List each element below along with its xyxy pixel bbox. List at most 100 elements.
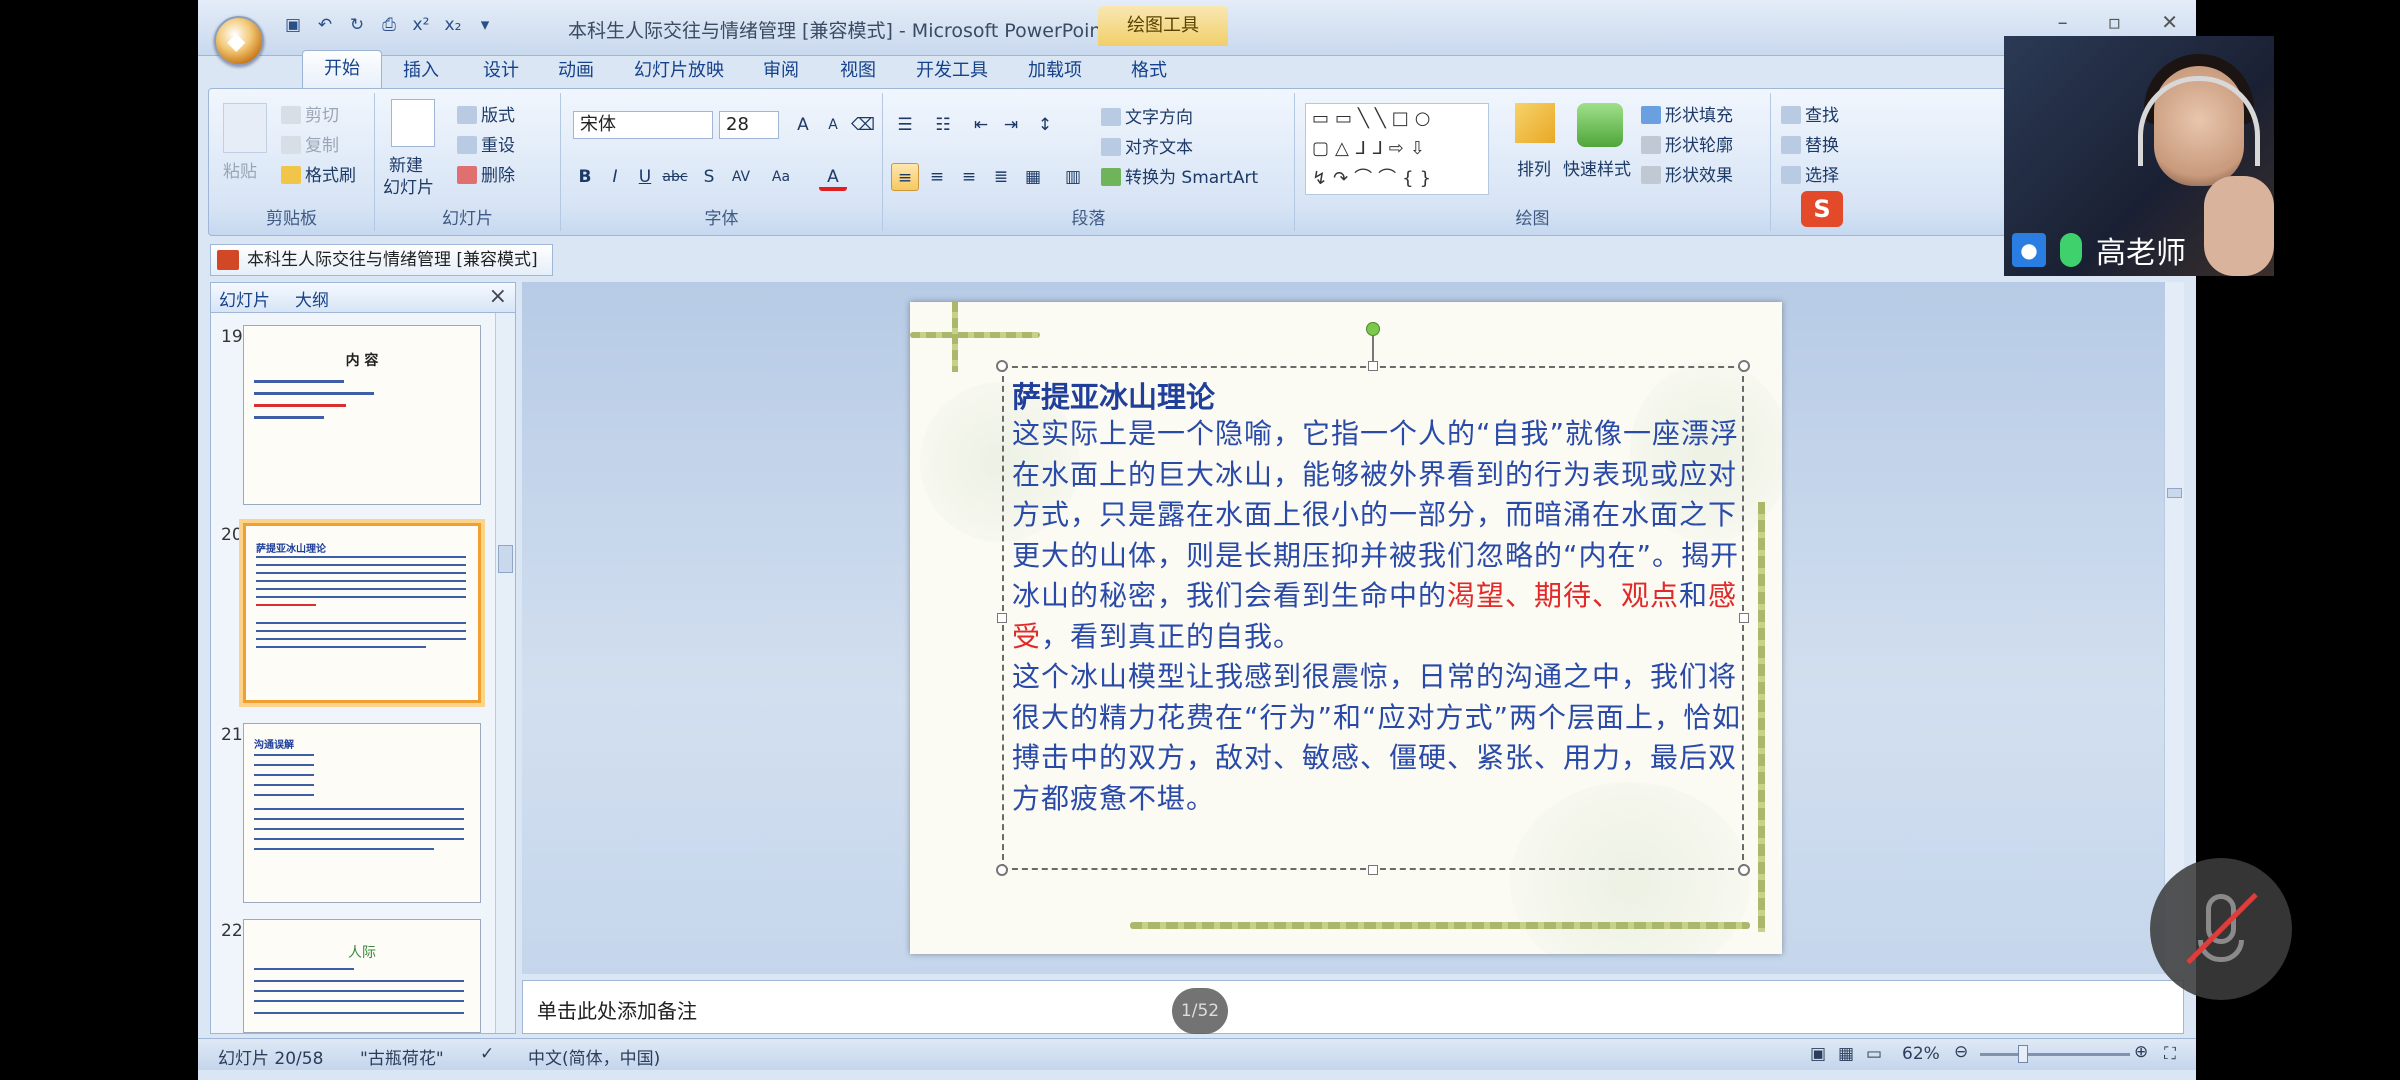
char-spacing-icon[interactable]: AV xyxy=(727,163,755,191)
replace-button[interactable]: 替换 xyxy=(1781,131,1839,156)
select-button[interactable]: 选择 xyxy=(1781,161,1839,186)
font-name-select[interactable]: 宋体 xyxy=(573,111,713,139)
tab-outline[interactable]: 大纲 xyxy=(295,286,329,311)
resize-handle[interactable] xyxy=(1738,360,1750,372)
customize-qat-icon[interactable]: ▾ xyxy=(474,14,496,36)
pane-scrollbar[interactable] xyxy=(495,313,515,1033)
tab-insert[interactable]: 插入 xyxy=(403,56,439,82)
shape-outline-button[interactable]: 形状轮廓 xyxy=(1641,131,1733,156)
slideshow-view-icon[interactable]: ▭ xyxy=(1866,1044,1882,1064)
fit-to-window-icon[interactable]: ⛶ xyxy=(2164,1044,2176,1064)
delete-slide-button[interactable]: 删除 xyxy=(457,161,515,186)
justify-icon[interactable]: ≣ xyxy=(987,163,1015,191)
numbering-icon[interactable]: ☷ xyxy=(929,111,957,139)
quick-styles-icon[interactable] xyxy=(1577,103,1623,147)
notes-pane[interactable]: 单击此处添加备注 xyxy=(522,980,2184,1034)
line-spacing-icon[interactable]: ↕ xyxy=(1031,111,1059,139)
scroll-thumb[interactable] xyxy=(2167,488,2182,498)
subscript-icon[interactable]: x₂ xyxy=(442,14,464,36)
scroll-thumb[interactable] xyxy=(498,545,513,573)
document-tab[interactable]: 本科生人际交往与情绪管理 [兼容模式] xyxy=(210,244,553,276)
columns-icon[interactable]: ▥ xyxy=(1059,163,1087,191)
increase-indent-icon[interactable]: ⇥ xyxy=(997,111,1025,139)
close-icon[interactable]: ✕ xyxy=(2161,10,2178,34)
zoom-in-icon[interactable]: ⊕ xyxy=(2134,1042,2148,1062)
new-slide-label-2[interactable]: 幻灯片 xyxy=(383,173,434,198)
theme-name[interactable]: "古瓶荷花" xyxy=(360,1044,444,1069)
slide-thumbnail-20[interactable]: 萨提亚冰山理论 xyxy=(243,523,481,703)
bullets-icon[interactable]: ☰ xyxy=(891,111,919,139)
arrange-button[interactable]: 排列 xyxy=(1517,155,1551,180)
print-preview-icon[interactable]: ⎙ xyxy=(378,14,400,36)
tab-view[interactable]: 视图 xyxy=(840,56,876,82)
tab-addins[interactable]: 加载项 xyxy=(1028,56,1082,82)
resize-handle[interactable] xyxy=(996,360,1008,372)
mute-microphone-button[interactable] xyxy=(2150,858,2292,1000)
text-direction-button[interactable]: 文字方向 xyxy=(1101,103,1193,128)
sogou-ime-icon[interactable]: S xyxy=(1801,191,1843,227)
language-indicator[interactable]: 中文(简体，中国) xyxy=(528,1044,660,1069)
slide-body-text[interactable]: 这实际上是一个隐喻，它指一个人的“自我”就像一座漂浮在水面上的巨大冰山，能够被外… xyxy=(1012,414,1742,819)
zoom-slider[interactable] xyxy=(1980,1053,2130,1056)
save-icon[interactable]: ▣ xyxy=(282,14,304,36)
font-color-icon[interactable]: A xyxy=(819,163,847,191)
spellcheck-icon[interactable]: ✓ xyxy=(480,1044,494,1064)
align-left-icon[interactable]: ≡ xyxy=(891,163,919,191)
strikethrough-icon[interactable]: abc xyxy=(661,163,689,191)
resize-handle[interactable] xyxy=(996,864,1008,876)
find-button[interactable]: 查找 xyxy=(1781,101,1839,126)
align-center-icon[interactable]: ≡ xyxy=(923,163,951,191)
clear-format-icon[interactable]: ⌫ xyxy=(849,111,877,139)
shape-fill-button[interactable]: 形状填充 xyxy=(1641,101,1733,126)
rotation-handle[interactable] xyxy=(1366,322,1380,336)
italic-icon[interactable]: I xyxy=(601,163,629,191)
paste-icon[interactable] xyxy=(223,103,267,153)
format-painter-button[interactable]: 格式刷 xyxy=(281,161,356,186)
shadow-icon[interactable]: S xyxy=(695,163,723,191)
bold-icon[interactable]: B xyxy=(571,163,599,191)
tab-slides[interactable]: 幻灯片 xyxy=(219,286,270,311)
minimize-icon[interactable]: – xyxy=(2058,10,2068,34)
quick-styles-button[interactable]: 快速样式 xyxy=(1563,155,1631,180)
change-case-icon[interactable]: Aa xyxy=(767,163,795,191)
arrange-icon[interactable] xyxy=(1515,103,1555,143)
resize-handle[interactable] xyxy=(1368,361,1378,371)
normal-view-icon[interactable]: ▣ xyxy=(1810,1044,1826,1064)
undo-icon[interactable]: ↶ xyxy=(314,14,336,36)
decrease-indent-icon[interactable]: ⇤ xyxy=(967,111,995,139)
office-button[interactable]: ◆ xyxy=(214,16,264,66)
shapes-gallery[interactable]: ▭▭╲╲□○ ▢△ᒧᒧ⇨⇩ ↯↷⌒⌒{} xyxy=(1305,103,1489,195)
close-pane-icon[interactable]: × xyxy=(489,284,507,309)
resize-handle[interactable] xyxy=(1738,864,1750,876)
tab-animation[interactable]: 动画 xyxy=(558,56,594,82)
align-text-button[interactable]: 对齐文本 xyxy=(1101,133,1193,158)
smartart-button[interactable]: 转换为 SmartArt xyxy=(1101,163,1258,188)
tab-review[interactable]: 审阅 xyxy=(763,56,799,82)
underline-icon[interactable]: U xyxy=(631,163,659,191)
slide-thumbnail-19[interactable]: 内 容 xyxy=(243,325,481,505)
drawing-tools-context-tab[interactable]: 绘图工具 xyxy=(1098,6,1228,46)
zoom-slider-knob[interactable] xyxy=(2018,1045,2028,1063)
maximize-icon[interactable]: ▫ xyxy=(2108,10,2122,34)
current-slide[interactable]: 萨提亚冰山理论 这实际上是一个隐喻，它指一个人的“自我”就像一座漂浮在水面上的巨… xyxy=(910,302,1782,954)
cut-button[interactable]: 剪切 xyxy=(281,101,339,126)
tab-design[interactable]: 设计 xyxy=(483,56,519,82)
paste-button[interactable]: 粘贴 xyxy=(223,157,257,182)
slide-thumbnail-22[interactable]: 人际 xyxy=(243,919,481,1033)
resize-handle[interactable] xyxy=(1368,865,1378,875)
shrink-font-icon[interactable]: A xyxy=(819,111,847,139)
grow-font-icon[interactable]: A xyxy=(789,111,817,139)
zoom-out-icon[interactable]: ⊖ xyxy=(1954,1042,1968,1062)
tab-format[interactable]: 格式 xyxy=(1131,56,1167,82)
layout-button[interactable]: 版式 xyxy=(457,101,515,126)
reset-button[interactable]: 重设 xyxy=(457,131,515,156)
slide-thumbnail-21[interactable]: 沟通误解 xyxy=(243,723,481,903)
tab-home[interactable]: 开始 xyxy=(302,50,382,88)
copy-button[interactable]: 复制 xyxy=(281,131,339,156)
align-right-icon[interactable]: ≡ xyxy=(955,163,983,191)
tab-slideshow[interactable]: 幻灯片放映 xyxy=(634,56,724,82)
slide-title[interactable]: 萨提亚冰山理论 xyxy=(1012,374,1215,416)
distributed-icon[interactable]: ▦ xyxy=(1019,163,1047,191)
font-size-select[interactable]: 28 xyxy=(719,111,779,139)
zoom-level[interactable]: 62% xyxy=(1902,1044,1940,1064)
